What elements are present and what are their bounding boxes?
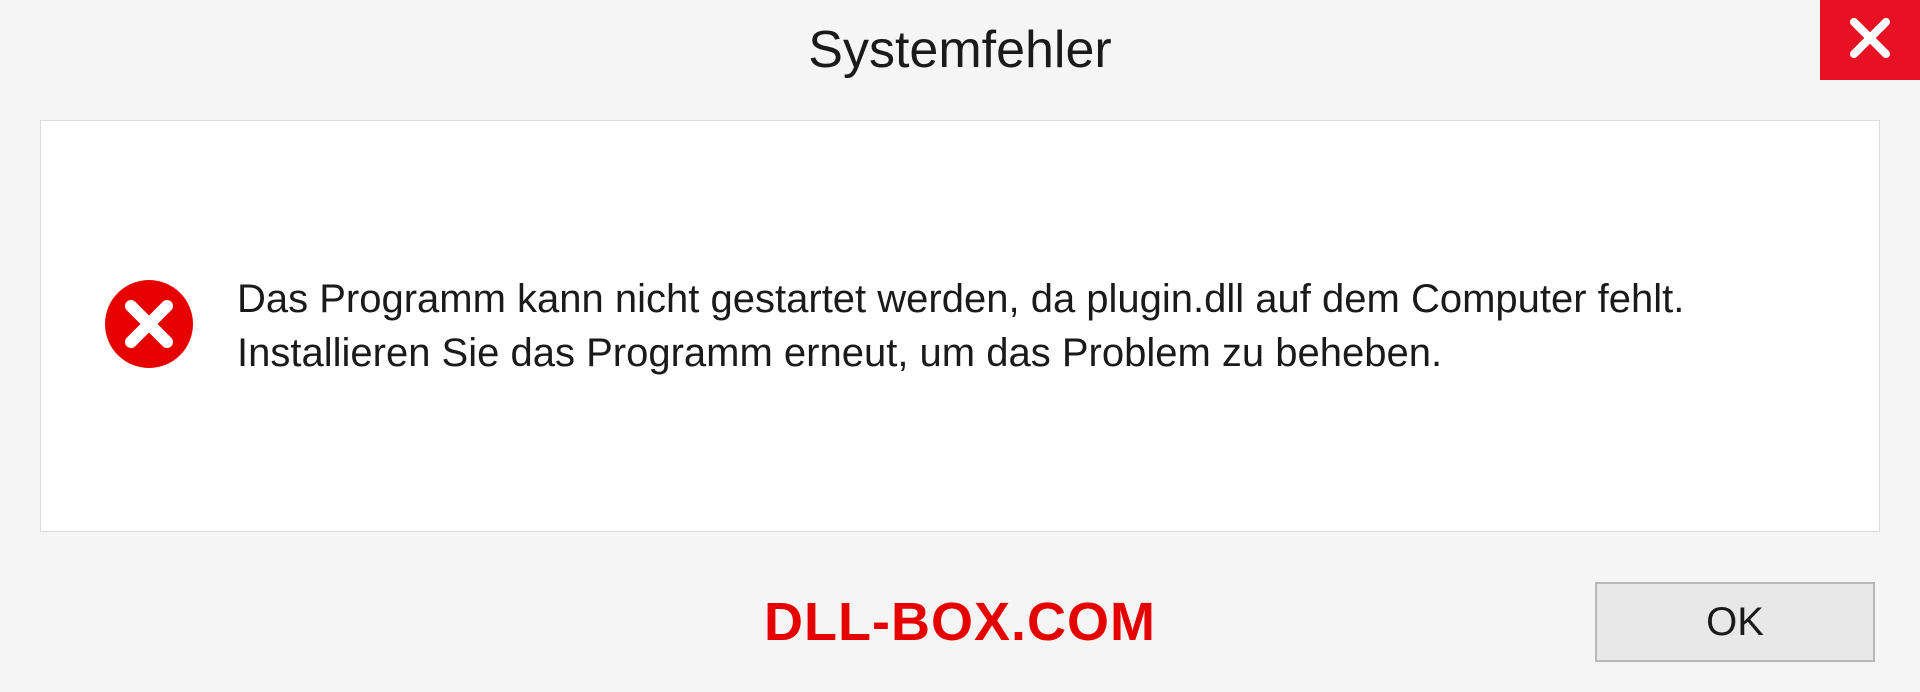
ok-button[interactable]: OK bbox=[1595, 582, 1875, 662]
content-area: Das Programm kann nicht gestartet werden… bbox=[40, 120, 1880, 532]
titlebar: Systemfehler bbox=[0, 0, 1920, 100]
error-dialog: Systemfehler Das Programm kann nicht ges… bbox=[0, 0, 1920, 692]
watermark-text: DLL-BOX.COM bbox=[764, 591, 1156, 653]
dialog-footer: DLL-BOX.COM OK bbox=[0, 552, 1920, 692]
close-icon bbox=[1846, 14, 1894, 67]
error-message: Das Programm kann nicht gestartet werden… bbox=[237, 272, 1819, 380]
error-icon bbox=[101, 276, 197, 377]
dialog-title: Systemfehler bbox=[808, 20, 1111, 80]
close-button[interactable] bbox=[1820, 0, 1920, 80]
